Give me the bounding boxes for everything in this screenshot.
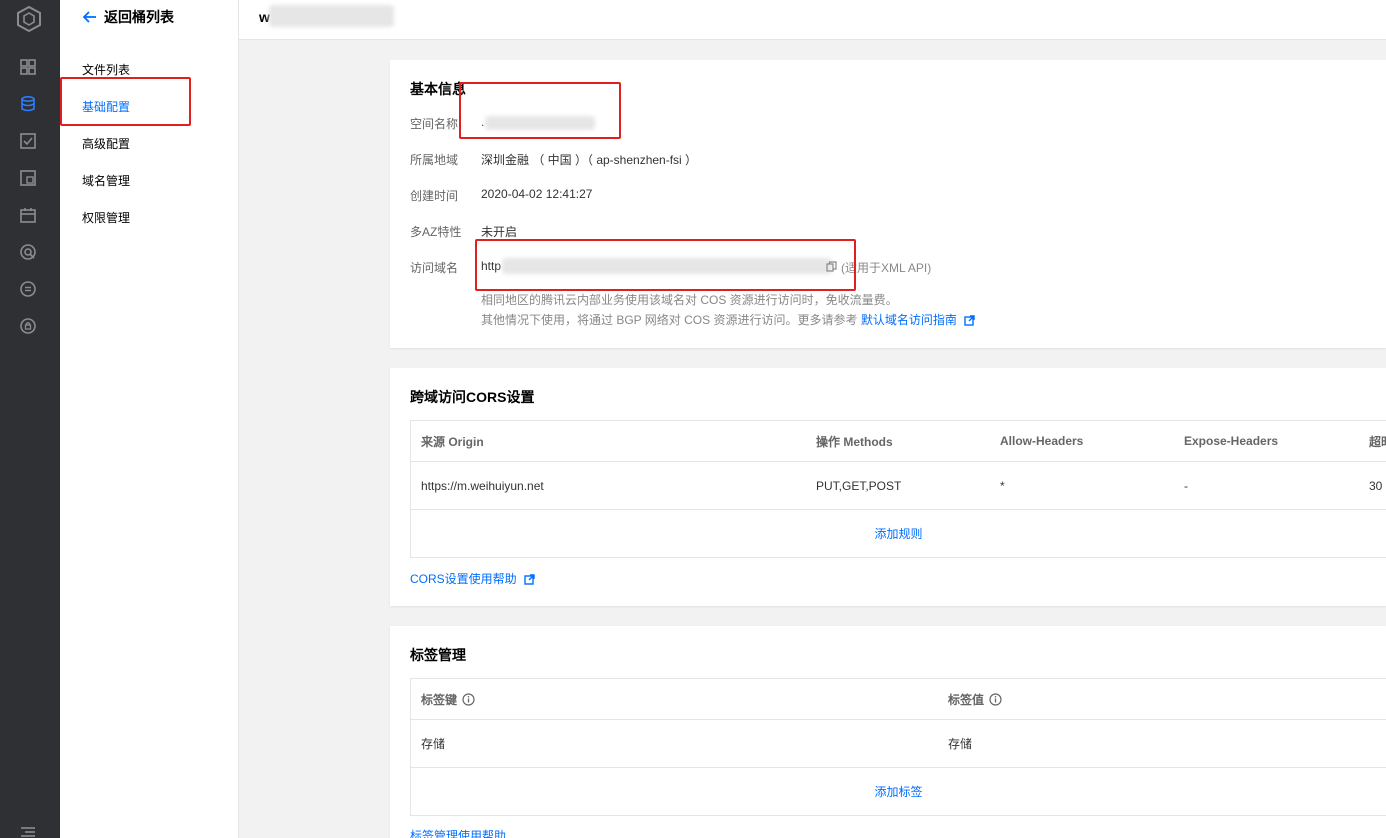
shield-icon[interactable] <box>19 243 37 261</box>
cors-allow-headers-value: * <box>1000 478 1005 493</box>
tags-table: 标签键 标签值 存储 存储 添加标签 <box>410 678 1386 816</box>
redacted-bucket-value <box>485 116 595 130</box>
nav-item-permission-management[interactable]: 权限管理 <box>82 209 130 226</box>
cors-table-header: 来源 Origin 操作 Methods Allow-Headers Expos… <box>411 421 1386 462</box>
tags-add-row: 添加标签 <box>411 768 1386 815</box>
cors-col-methods: 操作 Methods <box>816 434 893 449</box>
list-icon[interactable] <box>19 822 37 838</box>
redacted-bucket-name <box>269 5 394 27</box>
nav-item-basic-config[interactable]: 基础配置 <box>82 98 130 115</box>
add-rule-button[interactable]: 添加规则 <box>874 525 922 542</box>
cors-help: CORS设置使用帮助 <box>410 570 535 587</box>
access-domain-label: 访问域名 <box>410 261 459 275</box>
tag-key-value: 存储 <box>421 737 446 751</box>
secondary-nav: 返回桶列表 文件列表 基础配置 高级配置 域名管理 权限管理 <box>60 0 239 838</box>
calendar-icon[interactable] <box>19 206 37 224</box>
table-row: https://m.weihuiyun.net PUT,GET,POST * -… <box>411 462 1386 510</box>
back-to-bucket-list-button[interactable]: 返回桶列表 <box>82 7 174 27</box>
cors-col-allow-headers: Allow-Headers <box>1000 434 1084 448</box>
grid-icon[interactable] <box>19 58 37 76</box>
icon-rail <box>0 0 60 838</box>
tag-value-value: 存储 <box>948 737 973 751</box>
basic-info-card: 基本信息 空间名称 . 所属地域 深圳金融 （ 中国 ）（ ap-shenzhe… <box>390 60 1386 348</box>
tags-help-link[interactable]: 标签管理使用帮助 <box>410 829 506 838</box>
access-domain-note: (适用于XML API) <box>841 261 932 275</box>
cors-table: 来源 Origin 操作 Methods Allow-Headers Expos… <box>410 420 1386 558</box>
basic-info-title: 基本信息 <box>410 81 466 97</box>
lock-circle-icon[interactable] <box>19 317 37 335</box>
add-tag-button[interactable]: 添加标签 <box>874 783 922 800</box>
region-value: 深圳金融 （ 中国 ）（ ap-shenzhen-fsi ） <box>481 153 698 167</box>
tags-card: 标签管理 标签键 标签值 存储 存储 添加标签 标签管理使用帮助 <box>390 626 1386 838</box>
arrow-left-icon <box>82 11 96 23</box>
domain-hint-line2: 其他情况下使用，将通过 BGP 网络对 COS 资源进行访问。更多请参考 默认域… <box>481 311 975 328</box>
cube-logo-icon[interactable] <box>14 4 44 34</box>
cors-methods-value: PUT,GET,POST <box>816 478 902 493</box>
nav-item-file-list[interactable]: 文件列表 <box>82 61 130 78</box>
tags-table-header: 标签键 标签值 <box>411 679 1386 720</box>
cors-col-timeout: 超时 <box>1369 434 1386 449</box>
external-link-icon[interactable] <box>524 574 535 586</box>
created-time-label: 创建时间 <box>410 189 459 203</box>
bucket-name-label: 空间名称 <box>410 117 459 131</box>
tags-title: 标签管理 <box>410 647 466 663</box>
tags-col-key: 标签键 <box>421 679 475 719</box>
tags-help: 标签管理使用帮助 <box>410 827 506 838</box>
info-icon[interactable] <box>989 692 1002 706</box>
created-time-value: 2020-04-02 12:41:27 <box>481 187 593 201</box>
info-icon[interactable] <box>462 692 475 706</box>
bucket-name-value: . <box>481 115 485 129</box>
default-domain-guide-link[interactable]: 默认域名访问指南 <box>861 313 957 327</box>
cors-add-row: 添加规则 <box>411 510 1386 557</box>
domain-hint-text: 其他情况下使用，将通过 BGP 网络对 COS 资源进行访问。更多请参考 <box>481 313 858 327</box>
cors-timeout-value: 30 <box>1369 478 1383 493</box>
database-icon[interactable] <box>19 95 37 113</box>
cors-card: 跨域访问CORS设置 来源 Origin 操作 Methods Allow-He… <box>390 368 1386 606</box>
tags-col-value: 标签值 <box>948 679 1002 719</box>
tags-col-value-label: 标签值 <box>948 692 985 707</box>
multi-az-value: 未开启 <box>481 225 518 239</box>
nav-item-advanced-config[interactable]: 高级配置 <box>82 135 130 152</box>
copy-icon[interactable] <box>826 261 837 272</box>
checkbox-icon[interactable] <box>19 132 37 150</box>
cors-col-expose-headers: Expose-Headers <box>1184 434 1279 448</box>
nav-item-domain-management[interactable]: 域名管理 <box>82 172 130 189</box>
external-link-icon[interactable] <box>964 315 975 327</box>
region-label: 所属地域 <box>410 153 459 167</box>
table-row: 存储 存储 <box>411 720 1386 768</box>
cors-title: 跨域访问CORS设置 <box>410 389 535 405</box>
cors-expose-headers-value: - <box>1184 478 1188 493</box>
box-icon[interactable] <box>19 169 37 187</box>
cors-col-origin: 来源 Origin <box>421 434 484 449</box>
back-label: 返回桶列表 <box>104 9 174 25</box>
domain-hint-line1: 相同地区的腾讯云内部业务使用该域名对 COS 资源进行访问时，免收流量费。 <box>481 293 898 307</box>
cors-help-link[interactable]: CORS设置使用帮助 <box>410 572 517 586</box>
access-domain-value: http <box>481 259 502 273</box>
multi-az-label: 多AZ特性 <box>410 225 462 239</box>
cors-origin-value: https://m.weihuiyun.net <box>421 478 544 493</box>
top-bar: w <box>239 0 1386 40</box>
circle-equals-icon[interactable] <box>19 280 37 298</box>
tags-col-key-label: 标签键 <box>421 692 458 707</box>
redacted-domain-value <box>502 258 832 274</box>
